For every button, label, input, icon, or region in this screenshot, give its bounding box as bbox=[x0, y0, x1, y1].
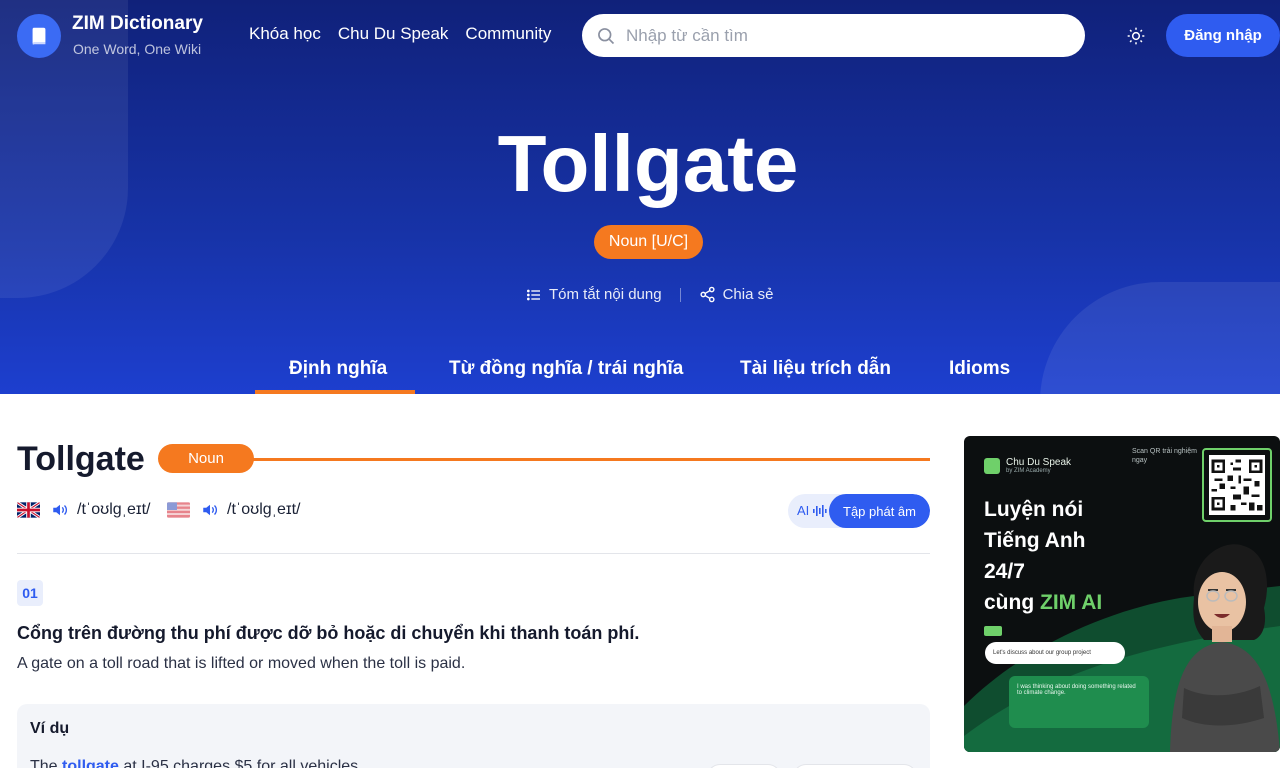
ad-headline-accent: ZIM AI bbox=[1040, 591, 1103, 614]
search-icon bbox=[598, 27, 615, 44]
ad-headline-line: cùng ZIM AI bbox=[984, 587, 1154, 618]
speaker-icon[interactable] bbox=[51, 502, 69, 518]
ad-mini-tag bbox=[984, 626, 1002, 636]
example-after: at I-95 charges $5 for all vehicles. bbox=[118, 758, 363, 768]
example-title: Ví dụ bbox=[30, 720, 70, 737]
main-nav: Khóa học Chu Du Speak Community bbox=[249, 24, 551, 44]
tab-synonyms-antonyms[interactable]: Từ đồng nghĩa / trái nghĩa bbox=[449, 358, 683, 380]
logo[interactable] bbox=[17, 14, 61, 58]
share-icon bbox=[699, 286, 715, 303]
ad-banner[interactable]: Chu Du Speak by ZIM Academy Scan QR trải… bbox=[964, 436, 1280, 752]
nav-item-community[interactable]: Community bbox=[465, 24, 551, 44]
example-box: Ví dụ The tollgate at I-95 charges $5 fo… bbox=[17, 704, 930, 768]
pos-line bbox=[250, 458, 930, 461]
ad-person-illustration bbox=[1170, 544, 1280, 752]
ad-brand-name: Chu Du Speak bbox=[1006, 457, 1072, 468]
ad-chat-bubble: Let's discuss about our group project bbox=[985, 642, 1125, 664]
brand-name[interactable]: ZIM Dictionary bbox=[72, 13, 203, 35]
ad-scan-text: Scan QR trải nghiệm ngay bbox=[1132, 448, 1197, 464]
definition-vi: Cổng trên đường thu phí được dỡ bỏ hoặc … bbox=[17, 623, 640, 643]
actions-divider bbox=[679, 287, 681, 302]
example-action-chip[interactable] bbox=[793, 764, 917, 768]
speaker-icon[interactable] bbox=[201, 502, 219, 518]
active-tab-indicator bbox=[255, 390, 415, 394]
tab-definition[interactable]: Định nghĩa bbox=[289, 358, 387, 380]
hero-word-title: Tollgate bbox=[497, 119, 799, 208]
entry-word: Tollgate bbox=[17, 440, 145, 478]
search-input[interactable] bbox=[626, 25, 1046, 46]
example-action-chip[interactable] bbox=[707, 764, 781, 768]
pronunciation-practice[interactable]: AI Tập phát âm bbox=[788, 494, 930, 528]
tab-idioms[interactable]: Idioms bbox=[949, 358, 1010, 380]
voice-wave-icon bbox=[813, 504, 827, 517]
sun-icon bbox=[1127, 27, 1145, 45]
ad-headline-line: 24/7 bbox=[984, 560, 1025, 583]
section-divider bbox=[17, 553, 930, 554]
definition-en: A gate on a toll road that is lifted or … bbox=[17, 655, 466, 672]
example-before: The bbox=[30, 758, 63, 768]
share-label: Chia sẻ bbox=[722, 286, 774, 303]
brand-tagline: One Word, One Wiki bbox=[73, 41, 202, 57]
summary-label: Tóm tắt nội dung bbox=[549, 286, 662, 303]
practice-button[interactable]: Tập phát âm bbox=[829, 494, 930, 528]
qr-code-icon bbox=[1202, 448, 1272, 522]
tab-references[interactable]: Tài liệu trích dẫn bbox=[740, 358, 891, 380]
ad-headline-pre: cùng bbox=[984, 591, 1040, 614]
nav-item-chu-du-speak[interactable]: Chu Du Speak bbox=[338, 24, 449, 44]
share-button[interactable]: Chia sẻ bbox=[699, 286, 774, 303]
login-button[interactable]: Đăng nhập bbox=[1166, 14, 1280, 57]
ad-chat-card: I was thinking about doing something rel… bbox=[1009, 676, 1149, 728]
qr-pattern bbox=[1209, 455, 1265, 515]
nav-item-courses[interactable]: Khóa học bbox=[249, 24, 321, 44]
pron-uk-text: /tˈoʊlɡˌeɪt/ bbox=[77, 501, 151, 518]
ad-brand: Chu Du Speak by ZIM Academy bbox=[984, 457, 1071, 474]
sense-number: 01 bbox=[17, 580, 43, 606]
ai-label: AI bbox=[797, 503, 827, 518]
example-sentence: The tollgate at I-95 charges $5 for all … bbox=[30, 758, 363, 768]
us-flag-icon bbox=[167, 502, 190, 518]
list-icon bbox=[527, 289, 540, 300]
tab-bar: Định nghĩa Từ đồng nghĩa / trái nghĩa Tà… bbox=[0, 354, 1280, 394]
ad-brand-logo-icon bbox=[984, 457, 1000, 474]
pron-us-text: /tˈoʊlɡˌeɪt/ bbox=[227, 501, 301, 518]
search-bar bbox=[582, 14, 1085, 57]
pronunciation-us: /tˈoʊlɡˌeɪt/ bbox=[167, 501, 300, 519]
uk-flag-icon bbox=[17, 502, 40, 518]
example-highlight[interactable]: tollgate bbox=[62, 758, 119, 768]
ad-brand-sub: by ZIM Academy bbox=[1006, 468, 1051, 474]
ad-headline: Luyện nói Tiếng Anh 24/7 cùng ZIM AI bbox=[984, 494, 1154, 618]
pos-pill: Noun bbox=[158, 444, 254, 473]
book-icon bbox=[32, 27, 46, 45]
theme-toggle[interactable] bbox=[1124, 24, 1148, 48]
hero-header: ZIM Dictionary One Word, One Wiki Khóa h… bbox=[0, 0, 1280, 394]
ai-text: AI bbox=[797, 503, 810, 518]
ad-headline-line: Tiếng Anh bbox=[984, 529, 1086, 552]
hero-actions: Tóm tắt nội dung Chia sẻ bbox=[526, 286, 773, 303]
ad-headline-line: Luyện nói bbox=[984, 498, 1084, 521]
pronunciation-uk: /tˈoʊlɡˌeɪt/ bbox=[17, 501, 150, 519]
summary-button[interactable]: Tóm tắt nội dung bbox=[526, 286, 662, 303]
hero-pos-badge: Noun [U/C] bbox=[594, 225, 703, 259]
